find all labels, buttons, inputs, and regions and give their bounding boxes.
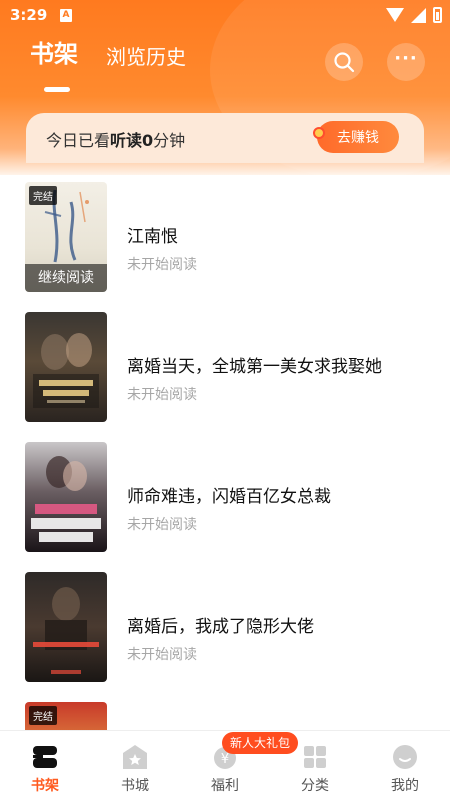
- status-icons: [386, 7, 442, 23]
- nav-bookshelf[interactable]: 书架: [0, 731, 90, 800]
- tab-bookshelf[interactable]: 书架: [30, 34, 78, 69]
- more-icon: ···: [394, 48, 418, 69]
- book-item-hidden-boss[interactable]: 离婚后，我成了隐形大佬 未开始阅读: [0, 572, 450, 684]
- reading-text-listen: 听读: [110, 131, 143, 150]
- book-title[interactable]: 师命难违，闪婚百亿女总裁: [127, 482, 331, 507]
- signal-icon: [411, 7, 426, 23]
- nav-bookstore[interactable]: 书城: [90, 731, 180, 800]
- book-cover[interactable]: 完结 继续阅读: [25, 182, 107, 292]
- book-status: 未开始阅读: [127, 517, 197, 533]
- completed-badge: 完结: [29, 186, 57, 205]
- earn-money-button[interactable]: 去赚钱: [313, 121, 399, 153]
- reading-time-text: 今日已看听读0分钟: [46, 127, 185, 151]
- nav-label: 书城: [121, 778, 149, 794]
- nav-label: 我的: [391, 778, 419, 794]
- continue-reading-label[interactable]: 继续阅读: [25, 264, 107, 292]
- cover-art: [33, 587, 99, 674]
- book-title[interactable]: 离婚后，我成了隐形大佬: [127, 612, 314, 637]
- header: 3:29 A 书架 浏览历史 ··· 今日已看听读0分钟 去赚钱: [0, 0, 450, 175]
- search-button[interactable]: [325, 43, 363, 81]
- completed-badge: 完结: [29, 706, 57, 725]
- book-status: 未开始阅读: [127, 647, 197, 663]
- bookshelf-icon: [33, 746, 57, 768]
- search-icon: [334, 52, 355, 73]
- status-bar: 3:29 A: [0, 0, 450, 30]
- wifi-icon: [386, 8, 404, 22]
- category-icon: [304, 746, 326, 768]
- book-item-divorce-day[interactable]: 离婚当天，全城第一美女求我娶她 未开始阅读: [0, 312, 450, 424]
- nav-label: 福利: [211, 778, 239, 794]
- book-cover[interactable]: [25, 442, 107, 552]
- svg-text:¥: ¥: [221, 752, 229, 767]
- book-item-master-order[interactable]: 师命难违，闪婚百亿女总裁 未开始阅读: [0, 442, 450, 554]
- book-title[interactable]: 江南恨: [127, 222, 178, 247]
- book-title[interactable]: 离婚当天，全城第一美女求我娶她: [127, 352, 382, 377]
- profile-icon: [393, 745, 417, 769]
- reading-minutes: 0: [142, 131, 154, 150]
- reading-banner: 今日已看听读0分钟 去赚钱: [26, 113, 424, 163]
- cover-art: [31, 456, 101, 542]
- cover-art: [33, 333, 99, 408]
- more-button[interactable]: ···: [387, 43, 425, 81]
- nav-label: 书架: [31, 778, 59, 794]
- bookstore-icon: [123, 745, 147, 769]
- earn-money-label: 去赚钱: [337, 130, 379, 146]
- nav-profile[interactable]: 我的: [360, 731, 450, 800]
- nav-label: 分类: [301, 778, 329, 794]
- battery-icon: [433, 7, 442, 23]
- reading-text-suffix: 分钟: [153, 131, 186, 150]
- book-cover[interactable]: [25, 312, 107, 422]
- tab-browse-history[interactable]: 浏览历史: [106, 41, 186, 70]
- book-status: 未开始阅读: [127, 257, 197, 273]
- coin-icon: [313, 127, 325, 139]
- book-status: 未开始阅读: [127, 387, 197, 403]
- reading-text-prefix: 今日已看: [46, 131, 111, 150]
- status-time: 3:29: [10, 6, 48, 24]
- new-user-gift-badge[interactable]: 新人大礼包: [222, 732, 299, 754]
- book-cover[interactable]: [25, 572, 107, 682]
- tab-active-indicator: [44, 87, 70, 92]
- book-item-jiangnanhen[interactable]: 完结 继续阅读 江南恨 未开始阅读: [0, 182, 450, 294]
- notification-icon: A: [60, 9, 72, 22]
